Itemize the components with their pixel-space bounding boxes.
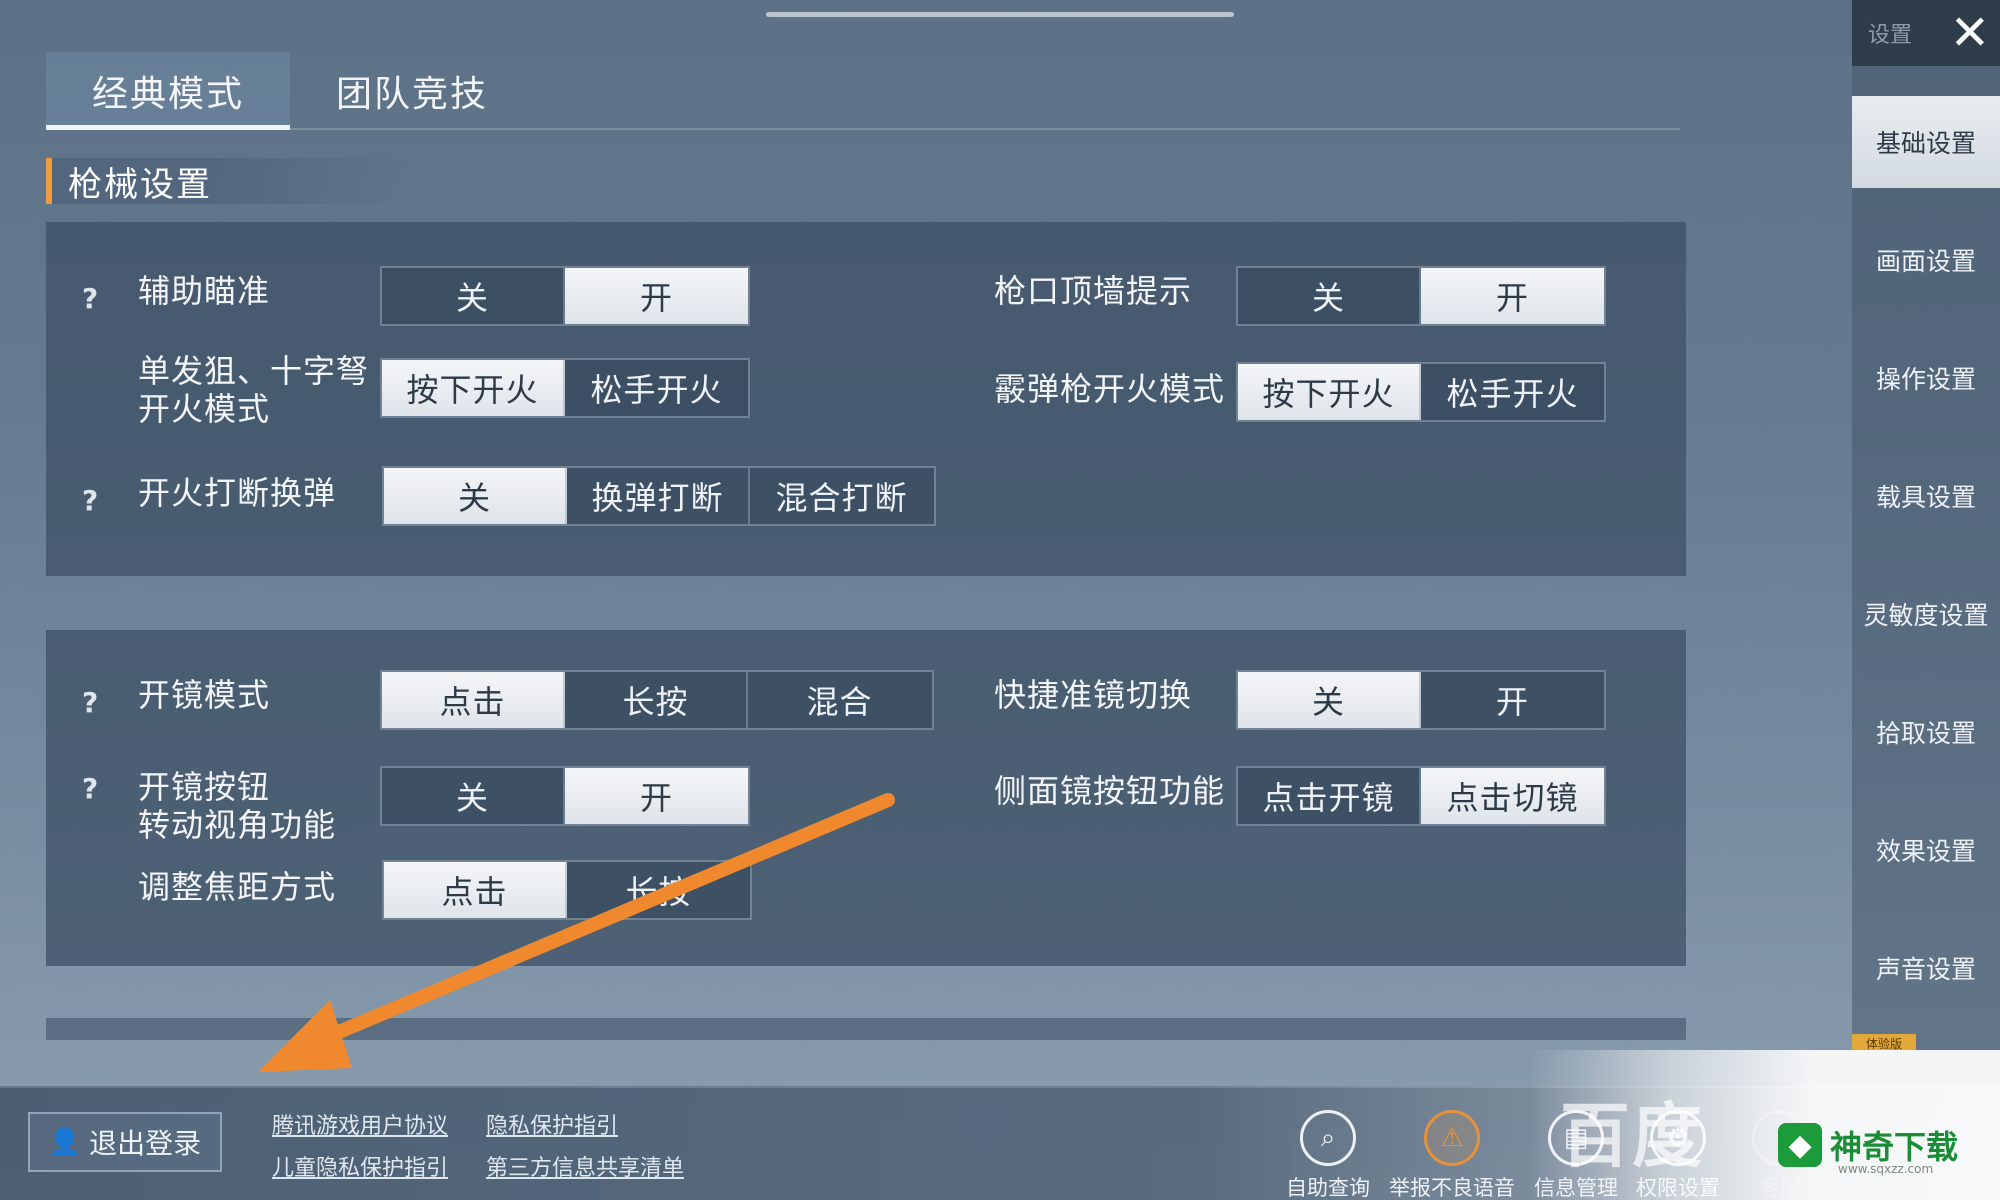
- logout-button[interactable]: 👤 退出登录: [28, 1112, 222, 1172]
- sq-logo-icon: ◆: [1778, 1123, 1822, 1167]
- sidebar-item-pickup[interactable]: 拾取设置: [1852, 686, 2000, 778]
- report-voice-label: 举报不良语音: [1389, 1176, 1515, 1200]
- link-privacy-guide[interactable]: 隐私保护指引: [486, 1108, 618, 1140]
- sidebar-item-graphics[interactable]: 画面设置: [1852, 214, 2000, 306]
- warning-icon: ⚠: [1424, 1110, 1480, 1166]
- report-voice-button[interactable]: ⚠ 举报不良语音: [1389, 1110, 1515, 1200]
- sidebar-item-controls[interactable]: 操作设置: [1852, 332, 2000, 424]
- sidebar-item-sound[interactable]: 声音设置: [1852, 922, 2000, 1014]
- link-child-privacy[interactable]: 儿童隐私保护指引: [272, 1150, 448, 1182]
- baidu-watermark: 百度: [1560, 1095, 1704, 1177]
- sidebar-item-sensitivity[interactable]: 灵敏度设置: [1852, 568, 2000, 660]
- sidebar-item-effects[interactable]: 效果设置: [1852, 804, 2000, 896]
- customer-service-label: 客服: [1759, 1176, 1801, 1200]
- sidebar-header-label: 设置: [1868, 23, 1913, 48]
- self-query-button[interactable]: ⌕ 自助查询: [1278, 1110, 1378, 1200]
- link-third-party-sharing[interactable]: 第三方信息共享清单: [486, 1150, 684, 1182]
- sidebar-item-vehicle[interactable]: 载具设置: [1852, 450, 2000, 542]
- close-icon[interactable]: ✕: [1950, 9, 1990, 57]
- annotation-arrow: [258, 793, 895, 1072]
- settings-sidebar: 设置 ✕ 基础设置 画面设置 操作设置 载具设置 灵敏度设置 拾取设置 效果设置…: [1852, 0, 2000, 1050]
- logout-label: 退出登录: [89, 1127, 202, 1160]
- experience-badge: 体验版: [1852, 1034, 1916, 1052]
- self-query-label: 自助查询: [1286, 1176, 1370, 1200]
- sq-url-text: www.sqxzz.com: [1838, 1162, 1934, 1176]
- user-icon: 👤: [48, 1127, 82, 1157]
- search-icon: ⌕: [1300, 1110, 1356, 1166]
- link-user-agreement[interactable]: 腾讯游戏用户协议: [272, 1108, 448, 1140]
- sidebar-header: 设置 ✕: [1852, 0, 2000, 66]
- sidebar-item-basic[interactable]: 基础设置: [1852, 96, 2000, 188]
- sq-watermark: ◆ 神奇下载 www.sqxzz.com: [1778, 1122, 1958, 1176]
